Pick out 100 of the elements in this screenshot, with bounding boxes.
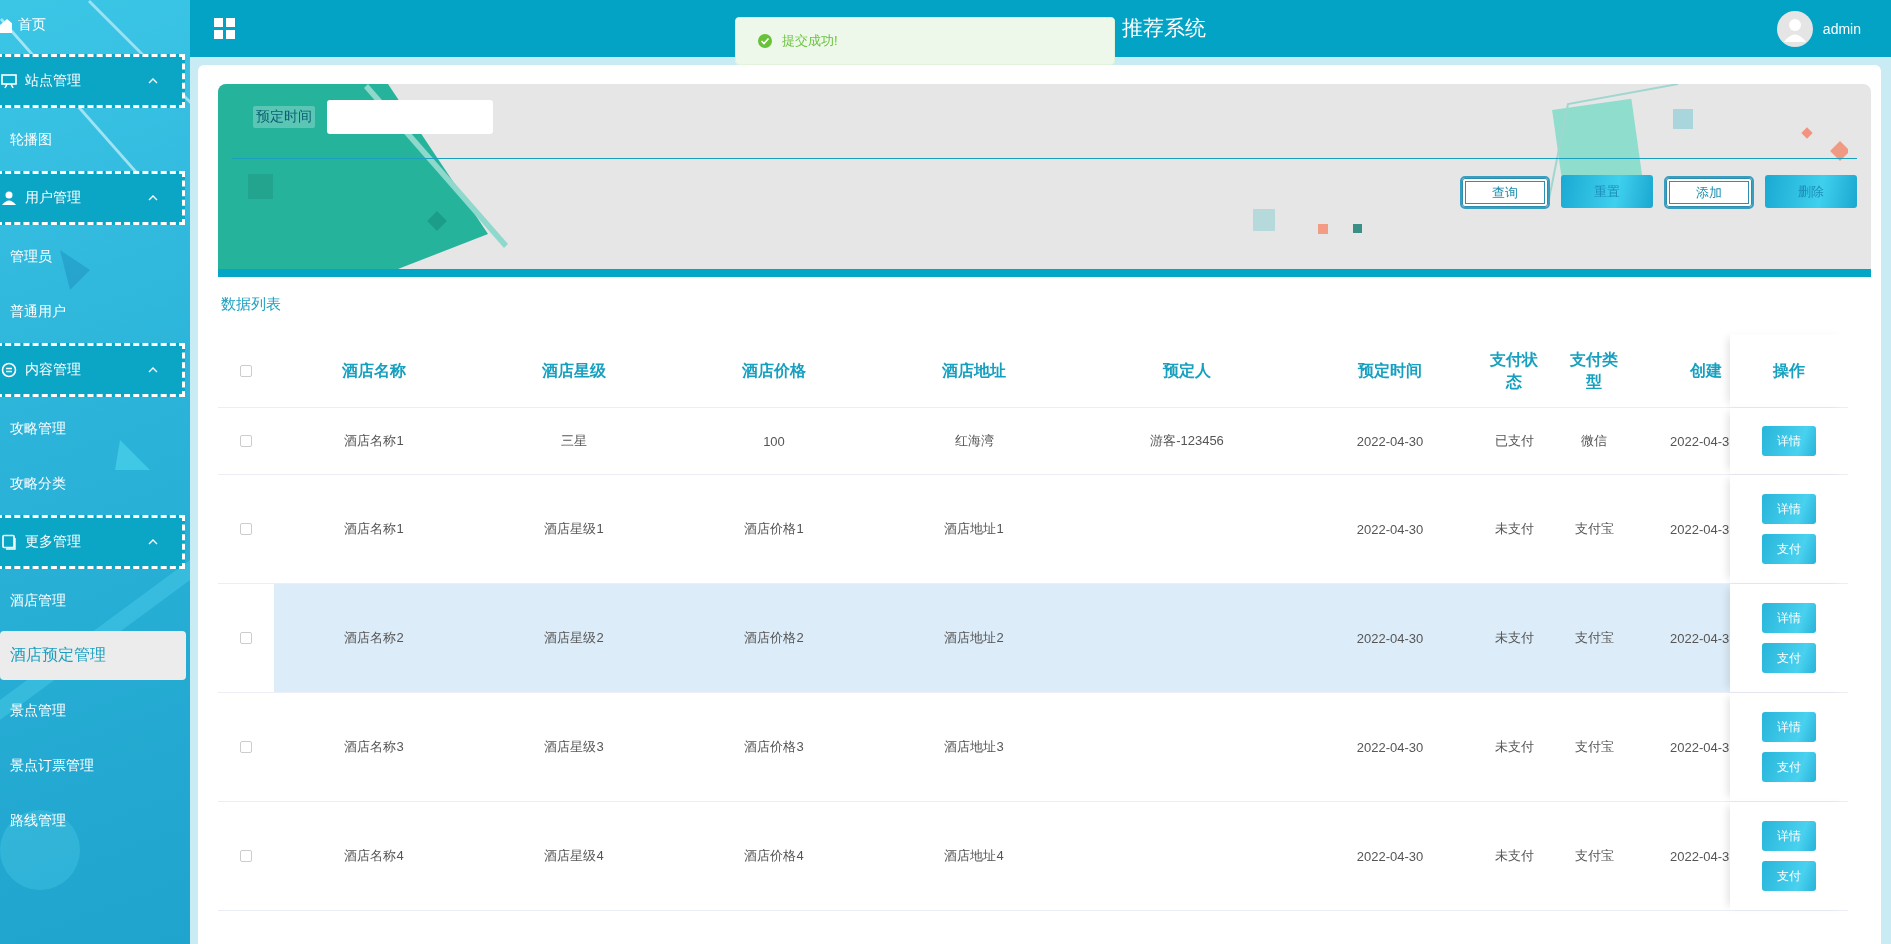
table-cell: 支付宝 xyxy=(1574,847,1614,865)
sidebar-group-header[interactable]: 内容管理 xyxy=(0,343,185,397)
sidebar-item[interactable]: 管理员 xyxy=(0,229,190,284)
app-title: 推荐系统 xyxy=(1122,15,1206,41)
select-all-checkbox[interactable] xyxy=(240,364,252,377)
table-cell: 未支付 xyxy=(1494,629,1534,647)
list-circle-icon xyxy=(1,362,17,378)
chevron-up-icon xyxy=(148,538,158,546)
table-cell: 酒店地址3 xyxy=(944,738,1004,756)
table-cell: 2022-04-30 xyxy=(1356,521,1424,537)
table-cell: 酒店地址4 xyxy=(944,847,1004,865)
table-cell: 2022-04-30 xyxy=(1356,433,1424,449)
row-action-button[interactable]: 详情 xyxy=(1762,494,1816,524)
table-cell: 酒店名称4 xyxy=(344,847,404,865)
column-header: 酒店地址 xyxy=(942,360,1006,381)
table-cell: 酒店价格2 xyxy=(744,629,804,647)
table-cell: 2022-04-30 xyxy=(1356,630,1424,646)
row-action-button[interactable]: 详情 xyxy=(1762,712,1816,742)
row-checkbox[interactable] xyxy=(240,523,252,535)
row-action-button[interactable]: 支付 xyxy=(1762,643,1816,673)
table-cell: 三星 xyxy=(561,432,587,450)
column-header: 预定人 xyxy=(1163,360,1211,381)
table-cell: 微信 xyxy=(1581,432,1607,450)
table-cell: 酒店星级3 xyxy=(544,738,604,756)
table-cell: 2022-04-3 xyxy=(1670,848,1730,864)
column-header: 预定时间 xyxy=(1358,360,1422,381)
table-cell: 酒店地址2 xyxy=(944,629,1004,647)
column-header: 酒店名称 xyxy=(342,360,406,381)
check-circle-icon xyxy=(758,34,772,48)
action-button[interactable]: 查询 xyxy=(1462,178,1548,207)
table-cell: 2022-04-30 xyxy=(1356,848,1424,864)
table-cell: 未支付 xyxy=(1494,847,1534,865)
table-cell: 支付宝 xyxy=(1574,738,1614,756)
row-action-button[interactable]: 支付 xyxy=(1762,861,1816,891)
row-checkbox[interactable] xyxy=(240,632,252,644)
sidebar-item[interactable]: 酒店预定管理 xyxy=(0,631,186,680)
sidebar-item[interactable]: 酒店管理 xyxy=(0,573,190,628)
table-cell: 酒店星级4 xyxy=(544,847,604,865)
sidebar-group-header[interactable]: 更多管理 xyxy=(0,515,185,569)
grid-menu-icon[interactable] xyxy=(214,17,236,40)
sidebar-group-header[interactable]: 站点管理 xyxy=(0,54,185,108)
chevron-up-icon xyxy=(148,77,158,85)
row-action-button[interactable]: 详情 xyxy=(1762,426,1816,456)
row-checkbox[interactable] xyxy=(240,741,252,753)
table-cell: 游客-123456 xyxy=(1150,432,1224,450)
column-header: 创建 xyxy=(1690,360,1722,381)
sidebar-group-header[interactable]: 用户管理 xyxy=(0,171,185,225)
chevron-up-icon xyxy=(148,366,158,374)
row-checkbox[interactable] xyxy=(240,435,252,447)
sidebar-item[interactable]: 首页 xyxy=(0,0,190,50)
table-cell: 酒店名称1 xyxy=(344,432,404,450)
table-cell: 未支付 xyxy=(1494,520,1534,538)
table-cell: 2022-04-30 xyxy=(1356,739,1424,755)
column-header: 操作 xyxy=(1773,360,1805,381)
table-cell: 酒店价格1 xyxy=(744,520,804,538)
sidebar-item[interactable]: 攻略分类 xyxy=(0,456,190,511)
document-icon xyxy=(1,534,17,550)
table-cell: 酒店名称2 xyxy=(344,629,404,647)
row-action-button[interactable]: 详情 xyxy=(1762,821,1816,851)
table-cell: 未支付 xyxy=(1494,738,1534,756)
table-cell: 红海湾 xyxy=(954,432,994,450)
table-cell: 酒店地址1 xyxy=(944,520,1004,538)
date-input-field[interactable] xyxy=(327,100,493,134)
sidebar-item[interactable]: 景点订票管理 xyxy=(0,738,190,793)
field-label: 预定时间 xyxy=(253,106,315,128)
success-toast: 提交成功! xyxy=(735,17,1115,65)
person-icon xyxy=(1,190,17,206)
table-cell: 酒店价格3 xyxy=(744,738,804,756)
sidebar-item[interactable]: 轮播图 xyxy=(0,112,190,167)
column-header: 酒店星级 xyxy=(542,360,606,381)
chevron-up-icon xyxy=(148,194,158,202)
table-cell: 2022-04-3 xyxy=(1670,630,1730,646)
table-cell: 已支付 xyxy=(1494,432,1534,450)
action-button[interactable]: 添加 xyxy=(1666,178,1752,207)
row-action-button[interactable]: 支付 xyxy=(1762,534,1816,564)
column-header: 酒店价格 xyxy=(742,360,806,381)
sidebar-item[interactable]: 普通用户 xyxy=(0,284,190,339)
table-cell: 支付宝 xyxy=(1574,520,1614,538)
sidebar-item[interactable]: 攻略管理 xyxy=(0,401,190,456)
table-cell: 100 xyxy=(763,433,785,449)
home-icon xyxy=(0,17,12,33)
table-cell: 酒店名称1 xyxy=(344,520,404,538)
section-title: 数据列表 xyxy=(221,295,282,314)
row-action-button[interactable]: 详情 xyxy=(1762,603,1816,633)
table-cell: 支付宝 xyxy=(1574,629,1614,647)
table-cell: 酒店星级2 xyxy=(544,629,604,647)
table-cell: 酒店名称3 xyxy=(344,738,404,756)
sidebar-item[interactable]: 景点管理 xyxy=(0,683,190,738)
monitor-icon xyxy=(1,73,17,89)
table-cell: 2022-04-3 xyxy=(1670,433,1730,449)
sidebar-item[interactable]: 路线管理 xyxy=(0,793,190,848)
table-cell: 酒店价格4 xyxy=(744,847,804,865)
avatar-icon[interactable] xyxy=(1776,10,1813,47)
row-action-button[interactable]: 支付 xyxy=(1762,752,1816,782)
table-cell: 酒店星级1 xyxy=(544,520,604,538)
column-header: 支付状态 xyxy=(1489,349,1539,392)
table-cell: 2022-04-3 xyxy=(1670,521,1730,537)
table-cell: 2022-04-3 xyxy=(1670,739,1730,755)
column-header: 支付类型 xyxy=(1569,349,1619,392)
row-checkbox[interactable] xyxy=(240,850,252,862)
